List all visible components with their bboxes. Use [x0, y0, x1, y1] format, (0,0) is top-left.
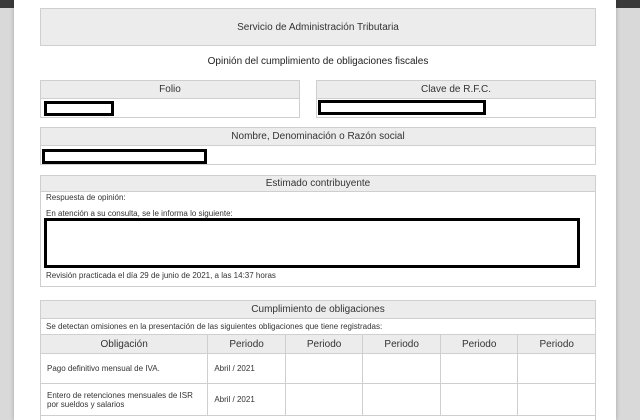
column-header-periodo: Periodo: [207, 334, 286, 354]
cumplimiento-title: Cumplimiento de obligaciones: [41, 301, 595, 319]
periodo-cell: Abril / 2021: [207, 353, 286, 384]
agency-header: Servicio de Administración Tributaria: [40, 8, 596, 46]
column-header-periodo: Periodo: [439, 334, 519, 354]
periodo-cell: [362, 383, 441, 416]
respuesta-redaction: [44, 218, 580, 268]
obligacion-cell: Entero de retenciones mensuales de ISR p…: [39, 383, 209, 416]
column-header-periodo: Periodo: [517, 334, 596, 354]
folio-redaction: [44, 101, 114, 116]
rfc-redaction: [318, 100, 486, 115]
estimado-title: Estimado contribuyente: [41, 176, 595, 192]
column-header-obligacion: Obligación: [39, 334, 209, 354]
revision-text: Revisión practicada el día 29 de junio d…: [46, 271, 276, 280]
respuesta-label: Respuesta de opinión:: [46, 193, 126, 202]
obligacion-cell: Pago definitivo mensual de IVA.: [39, 353, 209, 384]
nombre-label: Nombre, Denominación o Razón social: [41, 128, 595, 146]
rfc-label: Clave de R.F.C.: [317, 81, 595, 99]
periodo-cell: [517, 383, 596, 416]
agency-name: Servicio de Administración Tributaria: [237, 22, 399, 33]
periodo-cell: [362, 353, 441, 384]
document-page: Servicio de Administración Tributaria Op…: [14, 0, 616, 420]
periodo-cell: [284, 383, 364, 416]
table-header-row: Obligación Periodo Periodo Periodo Perio…: [39, 334, 596, 354]
column-header-periodo: Periodo: [362, 334, 441, 354]
table-row: Entero de retenciones mensuales de ISR p…: [39, 383, 596, 416]
omisiones-note: Se detectan omisiones en la presentación…: [46, 322, 383, 331]
table-row: Pago definitivo mensual de IVA. Abril / …: [39, 353, 596, 384]
folio-label: Folio: [41, 81, 299, 99]
periodo-cell: [284, 353, 364, 384]
nombre-redaction: [42, 149, 207, 164]
column-header-periodo: Periodo: [284, 334, 364, 354]
periodo-cell: [439, 383, 519, 416]
periodo-cell: [517, 353, 596, 384]
obligations-table: Obligación Periodo Periodo Periodo Perio…: [39, 334, 596, 416]
atencion-label: En atención a su consulta, se le informa…: [46, 209, 233, 218]
document-subtitle: Opinión del cumplimiento de obligaciones…: [207, 56, 429, 67]
periodo-cell: [439, 353, 519, 384]
periodo-cell: Abril / 2021: [207, 383, 286, 416]
